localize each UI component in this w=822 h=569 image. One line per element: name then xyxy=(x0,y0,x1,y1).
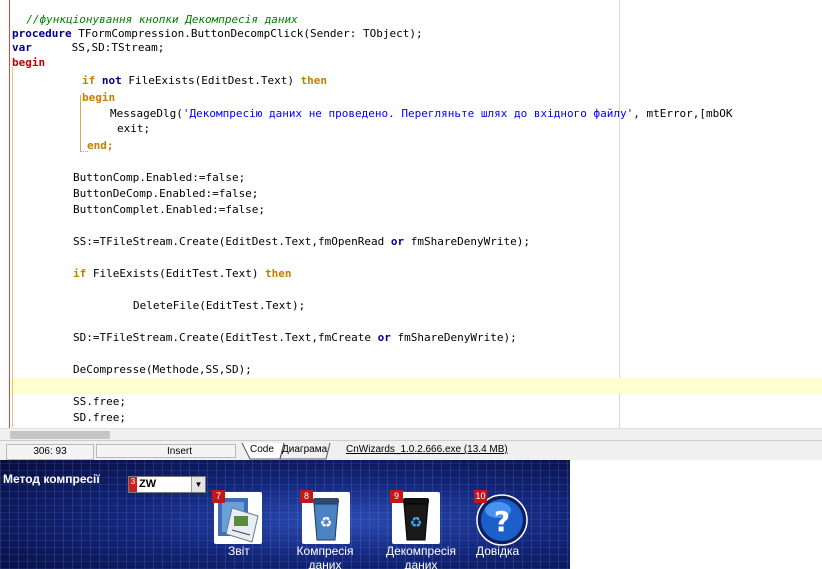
status-bar: 306: 93 Insert Code Диаграма CnWizards_1… xyxy=(0,440,822,461)
svg-text:?: ? xyxy=(494,505,510,538)
tab-diagram[interactable]: Диаграма xyxy=(278,442,331,458)
compress-button[interactable]: 8 ♻ xyxy=(300,490,352,546)
decompress-caption: Декомпресія даних xyxy=(385,544,457,569)
compression-app-panel: Метод компресії 3 ZW ▼ 7 Звіт 8 ♻ Компре… xyxy=(0,460,570,569)
help-caption: Довідка xyxy=(476,544,520,558)
code-line-12[interactable]: ButtonComplet.Enabled:=false; xyxy=(73,203,265,216)
code-line-1[interactable]: //функціонування кнопки Декомпресія дани… xyxy=(13,13,298,26)
code-line-14[interactable]: if FileExists(EditTest.Text) then xyxy=(73,267,292,280)
code-line-18[interactable]: SS.free; xyxy=(73,395,126,408)
code-line-4[interactable]: begin xyxy=(12,56,45,69)
report-button[interactable]: 7 xyxy=(212,490,264,546)
svg-text:♻: ♻ xyxy=(410,515,423,531)
code-line-15[interactable]: DeleteFile(EditTest.Text); xyxy=(133,299,305,312)
block-guide xyxy=(80,95,81,151)
code-editor[interactable]: //функціонування кнопки Декомпресія дани… xyxy=(0,0,822,428)
blank-area xyxy=(570,460,822,569)
method-label: Метод компресії xyxy=(3,472,100,486)
code-line-2[interactable]: procedure TFormCompression.ButtonDecompC… xyxy=(12,27,423,40)
tile-number-badge: 10 xyxy=(474,490,487,503)
gutter-line xyxy=(9,0,10,428)
code-line-10[interactable]: ButtonComp.Enabled:=false; xyxy=(73,171,245,184)
report-caption: Звіт xyxy=(228,544,250,558)
code-line-7[interactable]: MessageDlg('Декомпресію даних не проведе… xyxy=(110,107,733,120)
tile-number-badge: 8 xyxy=(300,490,313,503)
code-line-16[interactable]: SD:=TFileStream.Create(EditTest.Text,fmC… xyxy=(73,331,517,344)
right-margin-line xyxy=(619,0,620,428)
current-line-highlight xyxy=(10,378,822,394)
combo-value: ZW xyxy=(139,478,157,490)
method-combobox[interactable]: 3 ZW ▼ xyxy=(128,476,206,493)
code-line-9[interactable]: end; xyxy=(87,139,114,152)
code-line-5[interactable]: if not FileExists(EditDest.Text) then xyxy=(82,74,327,87)
code-line-17[interactable]: DeCompresse(Methode,SS,SD); xyxy=(73,363,252,376)
cursor-position: 306: 93 xyxy=(6,444,94,460)
compress-caption: Компресія даних xyxy=(296,544,354,569)
outer-block-guide xyxy=(12,67,13,427)
code-line-11[interactable]: ButtonDeComp.Enabled:=false; xyxy=(73,187,258,200)
svg-text:♻: ♻ xyxy=(320,515,333,531)
code-line-3[interactable]: var SS,SD:TStream; xyxy=(12,41,164,54)
tile-number-badge: 7 xyxy=(212,490,225,503)
file-info-link[interactable]: CnWizards_1.0.2.666.exe (13.4 MB) xyxy=(346,444,508,455)
combo-number-badge: 3 xyxy=(129,477,137,492)
decompress-button[interactable]: 9 ♻ xyxy=(390,490,442,546)
tile-number-badge: 9 xyxy=(390,490,403,503)
code-line-6[interactable]: begin xyxy=(82,91,115,104)
code-line-8[interactable]: exit; xyxy=(117,122,150,135)
tab-code[interactable]: Code xyxy=(246,442,278,458)
chevron-down-icon[interactable]: ▼ xyxy=(191,477,205,492)
code-line-19[interactable]: SD.free; xyxy=(73,411,126,424)
scrollbar-thumb[interactable] xyxy=(10,431,110,439)
insert-mode: Insert xyxy=(96,444,236,458)
help-button[interactable]: 10 ? xyxy=(474,490,528,546)
code-line-13[interactable]: SS:=TFileStream.Create(EditDest.Text,fmO… xyxy=(73,235,530,248)
